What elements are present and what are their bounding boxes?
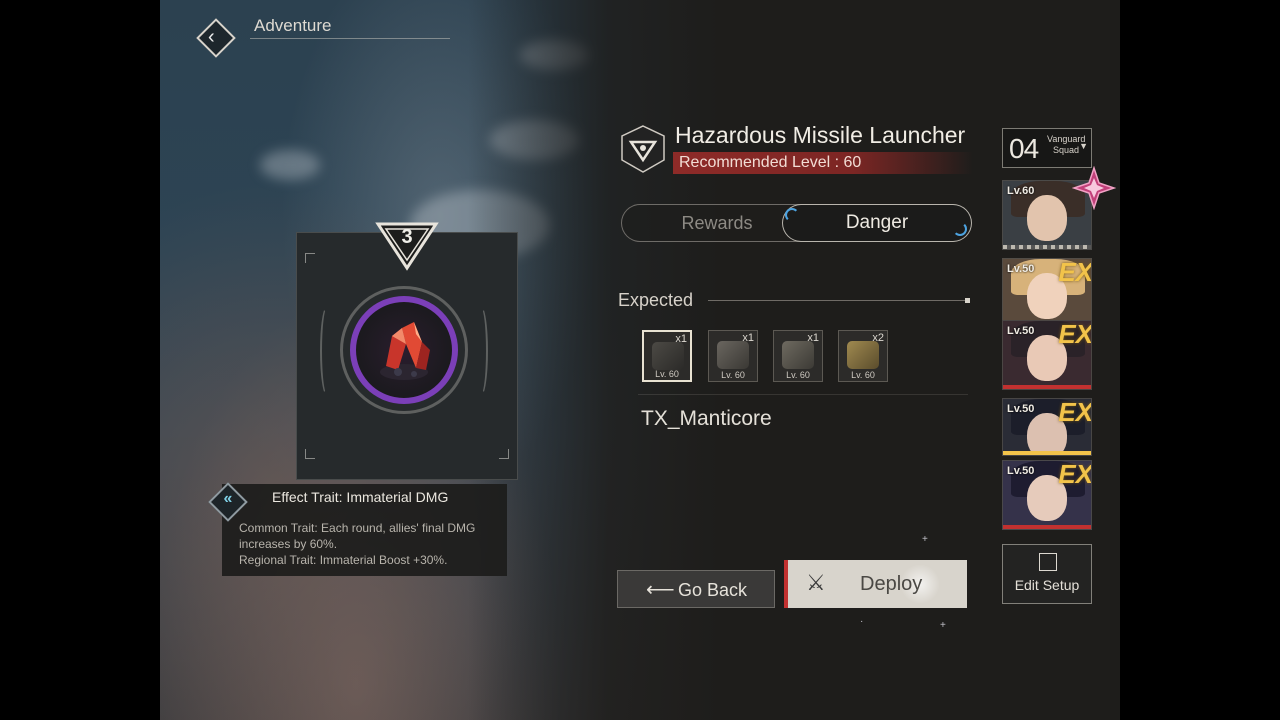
squad-member[interactable]: Lv.50 EX	[1002, 258, 1092, 328]
enemy-name: TX_Manticore	[641, 407, 772, 430]
page-title: Adventure	[254, 16, 332, 35]
recommended-level: Recommended Level : 60	[679, 154, 862, 171]
tier-number: 3	[401, 226, 413, 248]
game-screen: ‹ Adventure 3 « Effect Trait: Immaterial…	[160, 0, 1120, 720]
chevron-left-icon: ‹	[208, 26, 215, 48]
sparkle-icon: ·	[860, 616, 864, 627]
edit-icon	[1039, 553, 1057, 571]
expected-item[interactable]: x1 Lv. 60	[708, 330, 758, 382]
squad-member[interactable]: Lv.50 EX	[1002, 460, 1092, 530]
title-underline	[250, 38, 450, 39]
squad-selector[interactable]: 04 Vanguard Squad ▼	[1002, 128, 1092, 168]
expected-item[interactable]: x1 Lv. 60	[642, 330, 692, 382]
card-bracket-left	[320, 306, 334, 396]
expected-label: Expected	[618, 290, 694, 310]
expected-item[interactable]: x1 Lv. 60	[773, 330, 823, 382]
ex-badge: EX	[1058, 460, 1092, 489]
deploy-button[interactable]: ⚔ Deploy	[784, 560, 967, 608]
trait-title: Effect Trait: Immaterial DMG	[272, 489, 449, 505]
crossed-swords-icon: ⚔	[806, 570, 826, 595]
dropdown-icon: ▼	[1079, 141, 1088, 151]
trait-regional: Regional Trait: Immaterial Boost +30%.	[239, 553, 448, 567]
trait-common: Common Trait: Each round, allies' final …	[239, 521, 476, 551]
boss-name: Hazardous Missile Launcher	[675, 122, 966, 148]
recommended-level-bar: Recommended Level : 60	[673, 152, 973, 174]
tab-arc-right	[953, 222, 967, 236]
squad-member[interactable]: Lv.50 EX	[1002, 398, 1092, 456]
double-chevron-icon: «	[223, 490, 233, 507]
boss-emblem-icon	[621, 125, 665, 173]
expected-divider-dot	[965, 298, 970, 303]
red-crystal-icon	[380, 322, 430, 380]
card-bracket-right	[474, 306, 488, 396]
top-back-button[interactable]: ‹	[194, 16, 238, 60]
trait-icon-wrap: «	[208, 482, 248, 522]
expected-item[interactable]: x2 Lv. 60	[838, 330, 888, 382]
expected-divider	[708, 300, 968, 301]
pink-star-emblem-icon	[1072, 166, 1116, 210]
ex-badge: EX	[1058, 398, 1092, 427]
ex-badge: EX	[1058, 320, 1092, 349]
arrow-left-icon: ⟵	[646, 579, 675, 601]
edit-setup-button[interactable]: Edit Setup	[1002, 544, 1092, 604]
tab-danger[interactable]: Danger	[782, 204, 972, 242]
tab-arc-left	[785, 208, 799, 222]
go-back-button[interactable]: ⟵ Go Back	[617, 570, 775, 608]
trait-description: Common Trait: Each round, allies' final …	[239, 520, 499, 568]
sparkle-icon: +	[922, 534, 928, 545]
enemy-separator	[638, 394, 968, 395]
ex-badge: EX	[1058, 258, 1092, 287]
sparkle-icon: +	[940, 620, 946, 631]
squad-member[interactable]: Lv.50 EX	[1002, 320, 1092, 390]
